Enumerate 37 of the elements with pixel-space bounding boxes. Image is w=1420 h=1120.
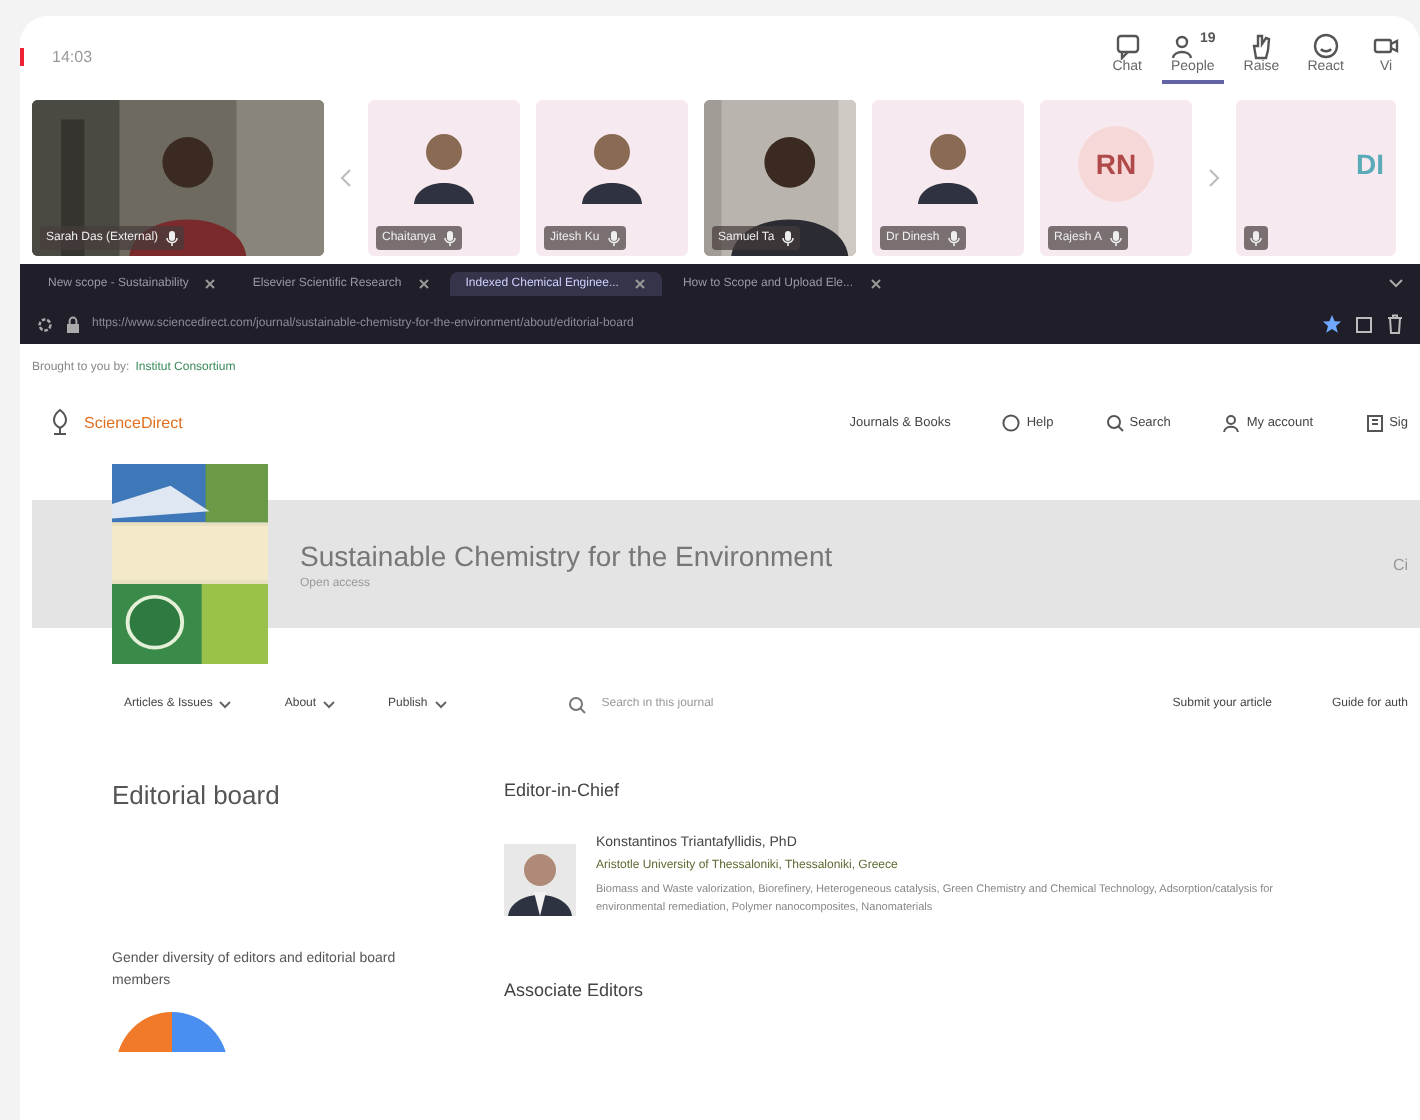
chevron-down-icon bbox=[433, 699, 448, 709]
meeting-time: 14:03 bbox=[20, 47, 93, 65]
site-logo-text: ScienceDirect bbox=[84, 413, 183, 431]
person-icon bbox=[1222, 413, 1241, 431]
page-heading: Editorial board bbox=[112, 780, 282, 810]
microphone-icon bbox=[607, 230, 620, 246]
journal-title: Sustainable Chemistry for the Environment bbox=[300, 539, 833, 571]
search-icon bbox=[567, 695, 586, 713]
building-icon bbox=[1365, 413, 1384, 431]
microphone-icon bbox=[166, 230, 179, 246]
avatar-initials: DI bbox=[1356, 146, 1384, 184]
microphone-icon bbox=[782, 230, 795, 246]
avatar-initials: RN bbox=[1078, 126, 1154, 202]
star-icon[interactable] bbox=[1322, 314, 1342, 334]
chevron-down-icon bbox=[322, 699, 337, 709]
microphone-icon bbox=[1110, 230, 1123, 246]
microphone-icon bbox=[947, 230, 960, 246]
logo-icon bbox=[48, 408, 72, 436]
search-icon bbox=[1105, 413, 1124, 431]
help-icon bbox=[1002, 413, 1021, 431]
close-icon[interactable] bbox=[634, 278, 647, 290]
section-heading: Associate Editors bbox=[504, 979, 646, 1000]
lock-icon bbox=[66, 315, 80, 333]
chevron-down-icon bbox=[218, 699, 233, 709]
microphone-icon bbox=[444, 230, 457, 246]
smiley-icon bbox=[1311, 32, 1340, 60]
close-icon[interactable] bbox=[417, 278, 430, 290]
close-icon[interactable] bbox=[204, 278, 217, 290]
section-heading: Editor-in-Chief bbox=[504, 780, 622, 800]
trash-icon[interactable] bbox=[1386, 314, 1404, 334]
hand-icon bbox=[1247, 32, 1276, 60]
close-icon[interactable] bbox=[869, 278, 882, 290]
journal-side-text: Ci bbox=[1392, 555, 1408, 573]
microphone-icon bbox=[1250, 230, 1262, 246]
people-icon bbox=[1170, 32, 1198, 60]
chat-icon bbox=[1113, 32, 1142, 60]
chevron-down-icon[interactable] bbox=[1388, 278, 1404, 290]
